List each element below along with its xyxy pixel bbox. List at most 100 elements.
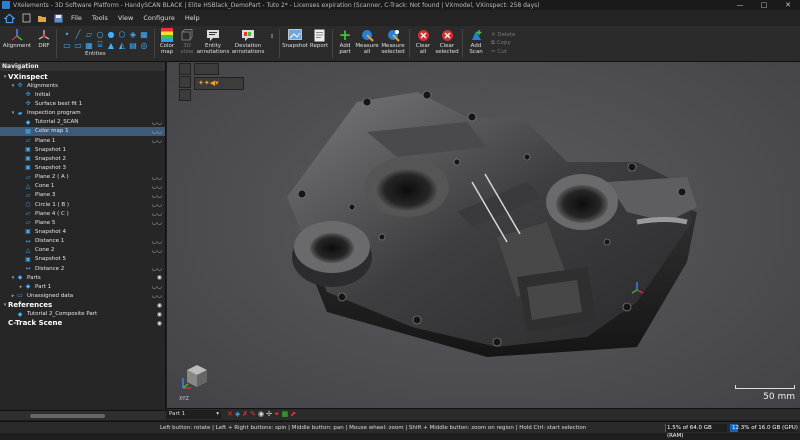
new-file-icon[interactable] xyxy=(18,10,34,26)
plane-icon[interactable]: ▱ xyxy=(84,29,94,39)
visibility-toggle-icon[interactable]: ◉ xyxy=(157,274,162,281)
visibility-toggle-icon[interactable]: ◡◡ xyxy=(152,283,162,290)
maximize-button[interactable]: □ xyxy=(752,1,776,9)
table-icon[interactable]: ▤ xyxy=(128,40,138,50)
scanned-part-mesh[interactable] xyxy=(167,62,800,408)
tree-item[interactable]: ✣ Surface best fit 1 xyxy=(0,99,165,108)
clear-all-button[interactable]: Clear all xyxy=(412,26,434,61)
home-icon[interactable] xyxy=(0,10,18,26)
visibility-toggle-icon[interactable]: ◡◡ xyxy=(152,183,162,190)
section-icon[interactable]: ▦ xyxy=(139,29,149,39)
tree-item[interactable]: ◆ Tutorial 2_SCAN ◡◡ xyxy=(0,118,165,127)
tree-item[interactable]: ↔ Distance 1 ◡◡ xyxy=(0,237,165,246)
tree-item[interactable]: ▾ References ◉ xyxy=(0,301,165,310)
cut-button[interactable]: ✂ Cut xyxy=(491,49,515,55)
3d-viewport[interactable]: ✦✦◀▾ XYZ 50 mm xyxy=(167,62,800,408)
tree-item[interactable]: ▣ Snapshot 4 xyxy=(0,227,165,236)
menu-tools[interactable]: Tools xyxy=(87,14,113,22)
point-icon[interactable]: • xyxy=(62,29,72,39)
visibility-toggle-icon[interactable]: ◡◡ xyxy=(152,137,162,144)
export-icon[interactable]: ⬈ xyxy=(290,410,296,419)
menu-view[interactable]: View xyxy=(113,14,138,22)
tree-item[interactable]: ▣ Snapshot 1 xyxy=(0,145,165,154)
visibility-toggle-icon[interactable]: ◉ xyxy=(157,311,162,318)
tree-item[interactable]: ▸ ▭ Unassigned data ◡◡ xyxy=(0,291,165,300)
tree-item[interactable]: ✣ Initial xyxy=(0,90,165,99)
tree-item[interactable]: ◆ Tutorial 2_Composite Part ◉ xyxy=(0,310,165,319)
snapshot-button[interactable]: Snapshot xyxy=(282,26,308,61)
tree-item[interactable]: ▾ ✣ Alignments xyxy=(0,81,165,90)
save-icon[interactable] xyxy=(50,10,66,26)
report-button[interactable]: Report xyxy=(308,26,330,61)
tree-item[interactable]: ▱ Plane 3 ◡◡ xyxy=(0,191,165,200)
grid-icon[interactable]: ▦ xyxy=(84,40,94,50)
visibility-toggle-icon[interactable]: ◡◡ xyxy=(152,119,162,126)
copy-button[interactable]: ⧉ Copy xyxy=(491,40,515,47)
visibility-toggle-icon[interactable]: ◡◡ xyxy=(152,128,162,135)
cut-plane-icon[interactable]: ✗ xyxy=(242,410,248,419)
drf-button[interactable]: DRF xyxy=(34,26,54,61)
delete-button[interactable]: ✕ Delete xyxy=(491,32,515,38)
eye-icon[interactable]: ◉ xyxy=(258,410,264,419)
slot-icon[interactable]: ▭ xyxy=(62,40,72,50)
ellipse-icon[interactable]: ◎ xyxy=(139,40,149,50)
delete-x-icon[interactable]: ✕ xyxy=(227,410,233,419)
annotation-arrows-button[interactable]: ⇕ xyxy=(267,26,277,61)
tree-item[interactable]: ▱ Plane 4 ( C ) ◡◡ xyxy=(0,209,165,218)
part-selector[interactable]: Part 1 ▾ xyxy=(167,410,221,419)
visibility-toggle-icon[interactable]: ◡◡ xyxy=(152,210,162,217)
visibility-toggle-icon[interactable]: ◡◡ xyxy=(152,238,162,245)
tree-item[interactable]: ▦ Color map 1 ◡◡ xyxy=(0,126,165,136)
sphere-icon[interactable]: ● xyxy=(106,29,116,39)
transform-icon[interactable]: ✢ xyxy=(266,410,272,419)
3d-view-button[interactable]: 3D view xyxy=(177,26,197,61)
scrollbar-thumb[interactable] xyxy=(30,414,105,418)
menu-help[interactable]: Help xyxy=(180,14,205,22)
minimize-button[interactable]: — xyxy=(728,1,752,9)
visibility-toggle-icon[interactable]: ◉ xyxy=(157,320,162,327)
tree-item[interactable]: ▾ ◆ Parts ◉ xyxy=(0,273,165,282)
visibility-toggle-icon[interactable]: ◡◡ xyxy=(152,247,162,254)
measure-all-button[interactable]: Measure all xyxy=(355,26,379,61)
tree-item[interactable]: ○ Circle 1 ( B ) ◡◡ xyxy=(0,200,165,209)
open-folder-icon[interactable] xyxy=(34,10,50,26)
tree-item[interactable]: ▸ ◆ Part 1 ◡◡ xyxy=(0,282,165,291)
add-scan-button[interactable]: Add Scan xyxy=(465,26,487,61)
visibility-toggle-icon[interactable]: ◡◡ xyxy=(152,192,162,199)
filter-icon[interactable]: ⏷ xyxy=(274,410,280,419)
tree-item[interactable]: △ Cone 2 ◡◡ xyxy=(0,246,165,255)
line-icon[interactable]: ╱ xyxy=(73,29,83,39)
deviation-annotations-button[interactable]: Deviation annotations xyxy=(229,26,267,61)
tree-item[interactable]: ▣ Snapshot 2 xyxy=(0,154,165,163)
visibility-toggle-icon[interactable]: ◡◡ xyxy=(152,265,162,272)
surface-icon[interactable]: ◭ xyxy=(117,40,127,50)
add-part-button[interactable]: + Add part xyxy=(335,26,355,61)
cylinder-icon[interactable]: ⌸ xyxy=(95,40,105,50)
tree-item[interactable]: C-Track Scene ◉ xyxy=(0,319,165,328)
cone-icon[interactable]: ▲ xyxy=(106,40,116,50)
visibility-toggle-icon[interactable]: ◡◡ xyxy=(152,201,162,208)
tree-item[interactable]: ↔ Distance 2 ◡◡ xyxy=(0,264,165,273)
menu-configure[interactable]: Configure xyxy=(138,14,180,22)
measure-selected-button[interactable]: Measure selected xyxy=(379,26,407,61)
grid-select-icon[interactable]: ▦ xyxy=(282,410,289,419)
tree-item[interactable]: ▱ Plane 1 ◡◡ xyxy=(0,136,165,145)
polygon-icon[interactable]: ⬡ xyxy=(117,29,127,39)
rectangle-icon[interactable]: ▭ xyxy=(73,40,83,50)
tree-item[interactable]: ▱ Plane 2 ( A ) ◡◡ xyxy=(0,173,165,182)
tree-item[interactable]: △ Cone 1 ◡◡ xyxy=(0,182,165,191)
visibility-toggle-icon[interactable]: ◡◡ xyxy=(152,292,162,299)
circle-icon[interactable]: ○ xyxy=(95,29,105,39)
tree-item[interactable]: ▣ Snapshot 3 xyxy=(0,163,165,172)
brush-icon[interactable]: ✎ xyxy=(250,410,256,419)
tree-item[interactable]: ▾ VXinspect xyxy=(0,72,165,81)
close-button[interactable]: ✕ xyxy=(776,1,800,9)
visibility-toggle-icon[interactable]: ◡◡ xyxy=(152,219,162,226)
cube-icon[interactable]: ◈ xyxy=(128,29,138,39)
visibility-toggle-icon[interactable]: ◡◡ xyxy=(152,174,162,181)
tree-item[interactable]: ▣ Snapshot 5 xyxy=(0,255,165,264)
color-map-button[interactable]: Color map xyxy=(157,26,177,61)
orientation-cube-icon[interactable] xyxy=(179,360,211,392)
mesh-icon[interactable]: ◈ xyxy=(235,410,240,419)
visibility-toggle-icon[interactable]: ◉ xyxy=(157,302,162,309)
